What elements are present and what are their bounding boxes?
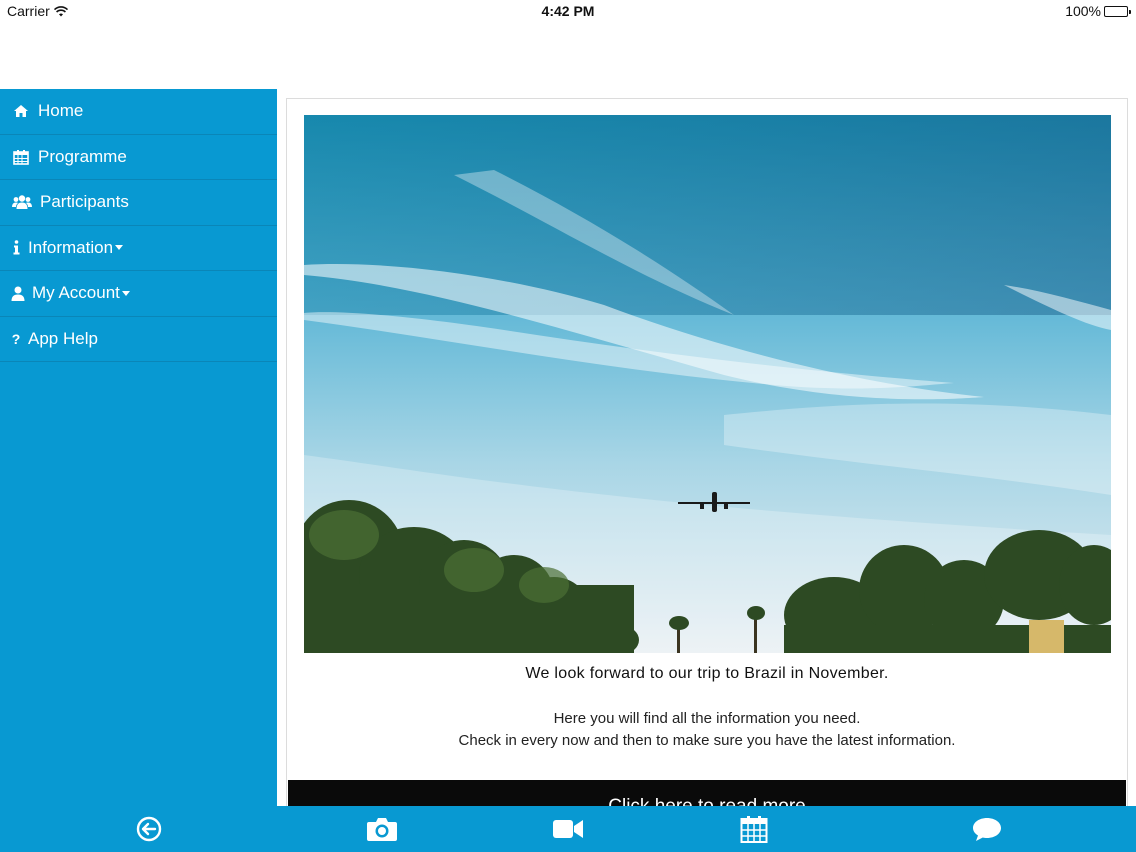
status-bar: Carrier 4:42 PM 100% — [0, 0, 1136, 24]
video-icon — [553, 820, 583, 838]
sidebar-item-label: App Help — [28, 328, 98, 348]
sidebar-item-app-help[interactable]: ? App Help — [0, 317, 277, 362]
intro-line-2: Check in every now and then to make sure… — [458, 732, 956, 749]
battery-icon — [1104, 5, 1131, 17]
video-tab[interactable] — [551, 814, 585, 844]
user-icon — [11, 286, 25, 301]
content-card: We look forward to our trip to Brazil in… — [286, 98, 1128, 808]
chat-tab[interactable] — [970, 814, 1004, 844]
back-tab[interactable] — [132, 814, 166, 844]
question-icon: ? — [11, 330, 21, 347]
chat-bubble-icon — [973, 818, 1001, 841]
battery-percent: 100% — [1065, 3, 1101, 19]
read-more-button[interactable]: Click here to read more — [288, 780, 1126, 808]
sidebar-item-label: Information — [28, 237, 114, 257]
sidebar-item-participants[interactable]: Participants — [0, 180, 277, 226]
calendar-tab[interactable] — [737, 814, 771, 844]
sidebar-menu: Home Programme Participants Information … — [0, 89, 277, 806]
sidebar-item-label: Home — [38, 101, 84, 121]
caret-down-icon — [121, 290, 130, 296]
sidebar-item-label: My Account — [32, 283, 120, 303]
home-icon — [11, 104, 31, 118]
hero-image — [304, 115, 1111, 653]
sidebar-item-my-account[interactable]: My Account — [0, 271, 277, 317]
sidebar-item-label: Participants — [40, 192, 129, 212]
welcome-headline: We look forward to our trip to Brazil in… — [525, 665, 889, 682]
info-icon — [11, 240, 21, 255]
caret-down-icon — [115, 245, 124, 251]
sidebar-item-programme[interactable]: Programme — [0, 135, 277, 180]
back-arrow-icon — [136, 816, 162, 842]
intro-line-1: Here you will find all the information y… — [553, 710, 861, 727]
bottom-tab-bar — [0, 806, 1136, 852]
camera-tab[interactable] — [365, 814, 399, 844]
calendar-icon — [11, 149, 31, 165]
sidebar-item-information[interactable]: Information — [0, 226, 277, 271]
battery-indicator: 100% — [1065, 3, 1131, 19]
clock: 4:42 PM — [541, 3, 595, 19]
calendar-icon — [740, 816, 768, 843]
sidebar-item-label: Programme — [38, 146, 127, 166]
camera-icon — [367, 818, 397, 841]
sidebar-item-home[interactable]: Home — [0, 89, 277, 135]
users-icon — [11, 194, 33, 210]
